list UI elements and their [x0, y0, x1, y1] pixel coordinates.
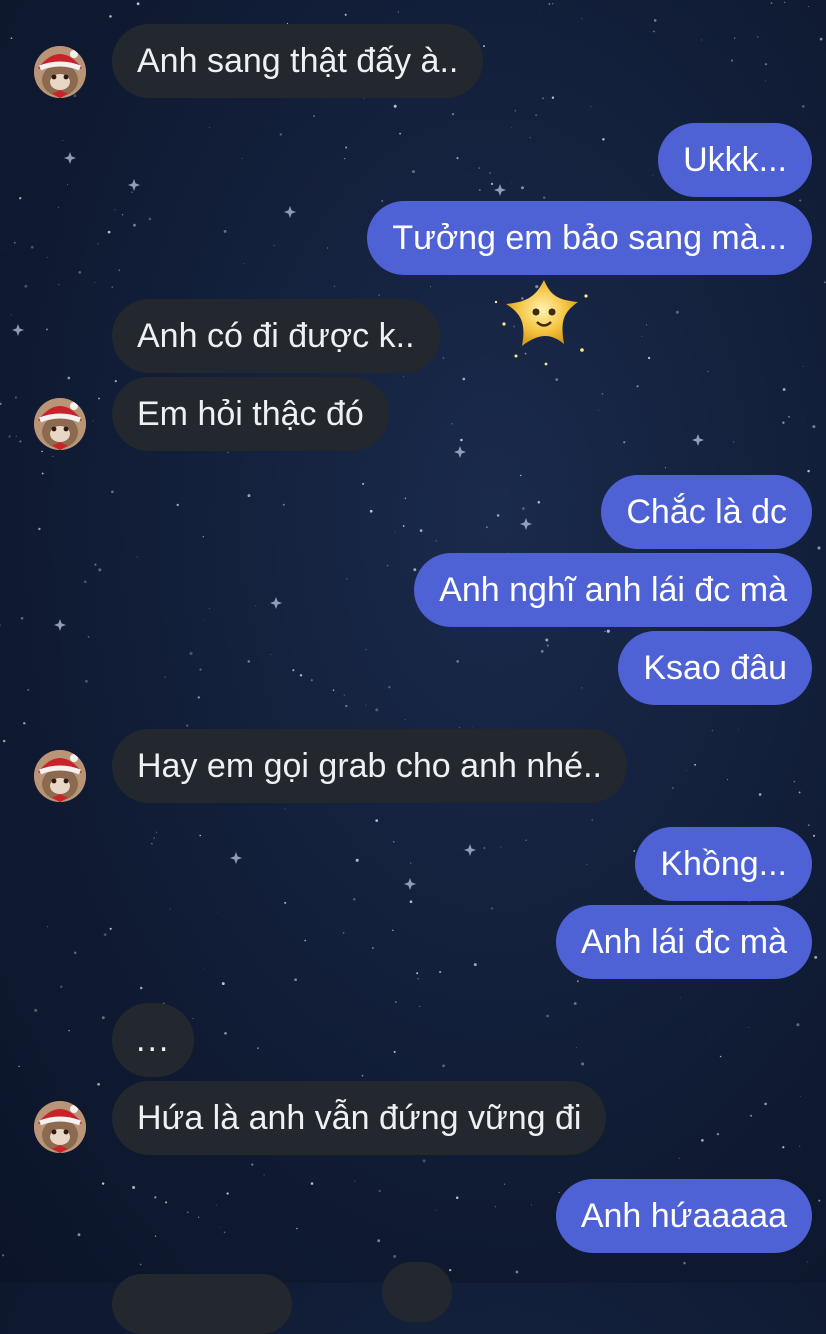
message-text: Anh lái đc mà [581, 922, 787, 961]
message-bubble-outgoing[interactable]: Anh lái đc mà [556, 905, 812, 979]
contact-avatar[interactable] [34, 46, 86, 98]
message-bubble-incoming[interactable]: Anh sang thật đấy à.. [112, 24, 484, 98]
contact-avatar[interactable] [34, 1101, 86, 1153]
star-sticker-icon [494, 280, 588, 366]
message-bubble-outgoing[interactable]: Anh nghĩ anh lái đc mà [414, 553, 812, 627]
message-text: Em hỏi thậc đó [137, 394, 364, 433]
message-text: Ukkk... [683, 140, 787, 179]
cat-avatar-icon [34, 1101, 86, 1153]
message-text: Anh hứaaaaa [580, 1196, 787, 1235]
contact-avatar[interactable] [34, 398, 86, 450]
message-bubble-incoming[interactable]: ... [112, 1003, 195, 1077]
cat-avatar-icon [34, 750, 86, 802]
cat-avatar-icon [34, 46, 86, 98]
message-bubble-partial[interactable] [382, 1262, 452, 1322]
message-bubble-incoming[interactable]: Anh có đi được k.. [112, 299, 440, 373]
cat-avatar-icon [34, 398, 86, 450]
message-bubble-outgoing[interactable]: Tưởng em bảo sang mà... [367, 201, 812, 275]
message-text: Khồng... [660, 844, 787, 883]
message-text: Anh có đi được k.. [137, 316, 415, 355]
message-text: Hay em gọi grab cho anh nhé.. [137, 746, 602, 785]
message-text: ... [136, 1020, 171, 1059]
message-text: Tưởng em bảo sang mà... [392, 218, 787, 257]
message-bubble-outgoing[interactable]: Anh hứaaaaa [555, 1179, 812, 1253]
message-bubble-outgoing[interactable]: Ksao đâu [618, 631, 812, 705]
message-text: Anh sang thật đấy à.. [137, 41, 459, 80]
message-text: Anh nghĩ anh lái đc mà [439, 570, 787, 609]
message-text: Ksao đâu [643, 648, 787, 687]
message-text: Chắc là dc [626, 492, 787, 531]
message-text: Hứa là anh vẫn đứng vững đi [137, 1098, 582, 1137]
message-bubble-outgoing[interactable]: Ukkk... [658, 123, 812, 197]
message-bubble-outgoing[interactable]: Khồng... [635, 827, 812, 901]
message-bubble-incoming[interactable]: Em hỏi thậc đó [112, 377, 389, 451]
message-bubble-incoming[interactable]: Hay em gọi grab cho anh nhé.. [112, 729, 627, 803]
message-bubble-incoming[interactable]: Hứa là anh vẫn đứng vững đi [112, 1081, 607, 1155]
contact-avatar[interactable] [34, 750, 86, 802]
message-bubble-outgoing[interactable]: Chắc là dc [601, 475, 812, 549]
message-bubble-incoming-partial[interactable] [112, 1274, 292, 1334]
